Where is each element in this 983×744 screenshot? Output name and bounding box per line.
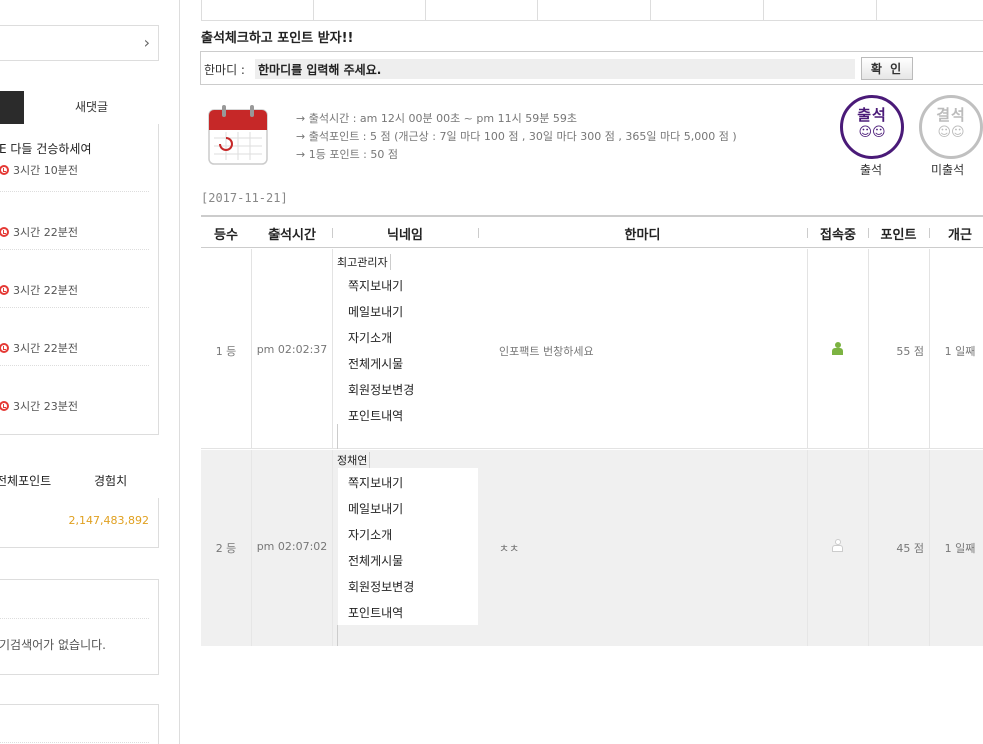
list-item[interactable]: 3시간 22분전	[0, 282, 157, 298]
sidebar-search-box[interactable]: ›	[0, 25, 159, 61]
rank-cell: 1 등	[215, 345, 237, 358]
calendar-icon	[206, 104, 270, 168]
member-menu: 쪽지보내기 메일보내기 자기소개 전체게시물 회원정보변경 포인트내역	[338, 468, 478, 625]
clock-icon	[0, 401, 9, 411]
menu-point-history[interactable]: 포인트내역	[348, 407, 403, 424]
menu-point-history[interactable]: 포인트내역	[348, 604, 403, 621]
clock-icon	[0, 343, 9, 353]
clock-icon	[0, 227, 9, 237]
info-first-place-points: → 1등 포인트 : 50 점	[296, 148, 399, 161]
table-header: 등수 출석시간 닉네임 한마디 접속중 포인트 개근	[201, 215, 983, 248]
menu-send-memo[interactable]: 쪽지보내기	[348, 474, 403, 491]
col-rank: 등수	[214, 228, 238, 243]
streak-cell: 1 일째	[944, 542, 976, 555]
info-attendance-points: → 출석포인트 : 5 점 (개근상 : 7일 마다 100 점 , 30일 마…	[296, 130, 737, 143]
popular-search-empty: 기검색어가 없습니다.	[0, 638, 106, 652]
col-time: 출석시간	[268, 228, 316, 243]
menu-edit-member[interactable]: 회원정보변경	[348, 381, 414, 398]
attendance-date: [2017-11-21]	[201, 191, 288, 205]
points-box: 2,147,483,892	[0, 498, 159, 548]
comment-cell: 인포팩트 번창하세요	[499, 345, 594, 358]
col-nickname: 닉네임	[387, 228, 423, 243]
absence-stamp-icon: 결석 ☺☺	[919, 95, 983, 159]
col-online: 접속중	[820, 228, 856, 243]
nickname-link[interactable]: 최고관리자	[337, 254, 391, 270]
menu-send-mail[interactable]: 메일보내기	[348, 500, 403, 517]
menu-all-posts[interactable]: 전체게시물	[348, 552, 403, 569]
info-attendance-time: → 출석시간 : am 12시 00분 00초 ~ pm 11시 59분 59초	[296, 112, 577, 125]
comment-cell: ㅊㅊ	[499, 542, 520, 555]
col-streak: 개근	[948, 228, 972, 243]
list-item[interactable]: E 다들 건승하세여 3시간 10분전	[0, 140, 157, 178]
time-cell: pm 02:07:02	[256, 540, 328, 553]
list-item[interactable]: 3시간 22분전	[0, 224, 157, 240]
menu-all-posts[interactable]: 전체게시물	[348, 355, 403, 372]
comment-input[interactable]	[255, 59, 855, 79]
chevron-right-icon[interactable]: ›	[144, 33, 150, 52]
menu-send-memo[interactable]: 쪽지보내기	[348, 277, 403, 294]
col-points: 포인트	[880, 228, 917, 243]
clock-icon	[0, 165, 9, 175]
table-row: 1 등 pm 02:02:37 최고관리자 쪽지보내기 메일보내기 자기소개 전…	[201, 249, 983, 449]
col-comment: 한마디	[624, 228, 661, 243]
absence-label: 미출석	[931, 163, 965, 177]
attendance-stamp-icon: 출석 ☺☺	[840, 95, 904, 159]
list-item[interactable]: 3시간 23분전	[0, 398, 157, 414]
top-tab-strip	[201, 0, 983, 21]
list-item[interactable]: 3시간 22분전	[0, 340, 157, 356]
tab-new-posts[interactable]	[0, 91, 24, 124]
attendance-label: 출석	[860, 163, 883, 177]
sidebar-bottom-box	[0, 704, 159, 744]
menu-edit-member[interactable]: 회원정보변경	[348, 578, 414, 595]
tab-new-comments[interactable]: 새댓글	[24, 91, 159, 124]
menu-profile[interactable]: 자기소개	[348, 526, 392, 543]
offline-user-icon	[832, 539, 843, 552]
page-title: 출석체크하고 포인트 받자!!	[201, 31, 354, 46]
rank-cell: 2 등	[215, 542, 237, 555]
member-menu: 쪽지보내기 메일보내기 자기소개 전체게시물 회원정보변경 포인트내역	[338, 271, 478, 425]
menu-profile[interactable]: 자기소개	[348, 329, 392, 346]
streak-cell: 1 일째	[944, 345, 976, 358]
menu-send-mail[interactable]: 메일보내기	[348, 303, 403, 320]
online-user-icon	[832, 342, 843, 355]
confirm-button[interactable]: 확 인	[861, 57, 913, 80]
points-header-exp: 경험치	[94, 474, 128, 488]
points-cell: 45 점	[896, 542, 924, 555]
new-comments-list: E 다들 건승하세여 3시간 10분전 3시간 22분전 3시간 22분전 3시…	[0, 124, 159, 435]
points-value: 2,147,483,892	[68, 514, 149, 527]
clock-icon	[0, 285, 9, 295]
time-cell: pm 02:02:37	[256, 343, 328, 356]
popular-search-box: 기검색어가 없습니다.	[0, 579, 159, 675]
comment-label: 한마디 :	[204, 63, 245, 77]
sidebar: › 새댓글 E 다들 건승하세여 3시간 10분전 3시간 22분전 3시간 2…	[0, 0, 180, 744]
points-header-total: 전체포인트	[0, 474, 52, 488]
nickname-link[interactable]: 정채연	[337, 452, 371, 468]
points-cell: 55 점	[896, 345, 924, 358]
table-row: 2 등 pm 02:07:02 정채연 쪽지보내기 메일보내기 자기소개 전체게…	[201, 450, 983, 646]
